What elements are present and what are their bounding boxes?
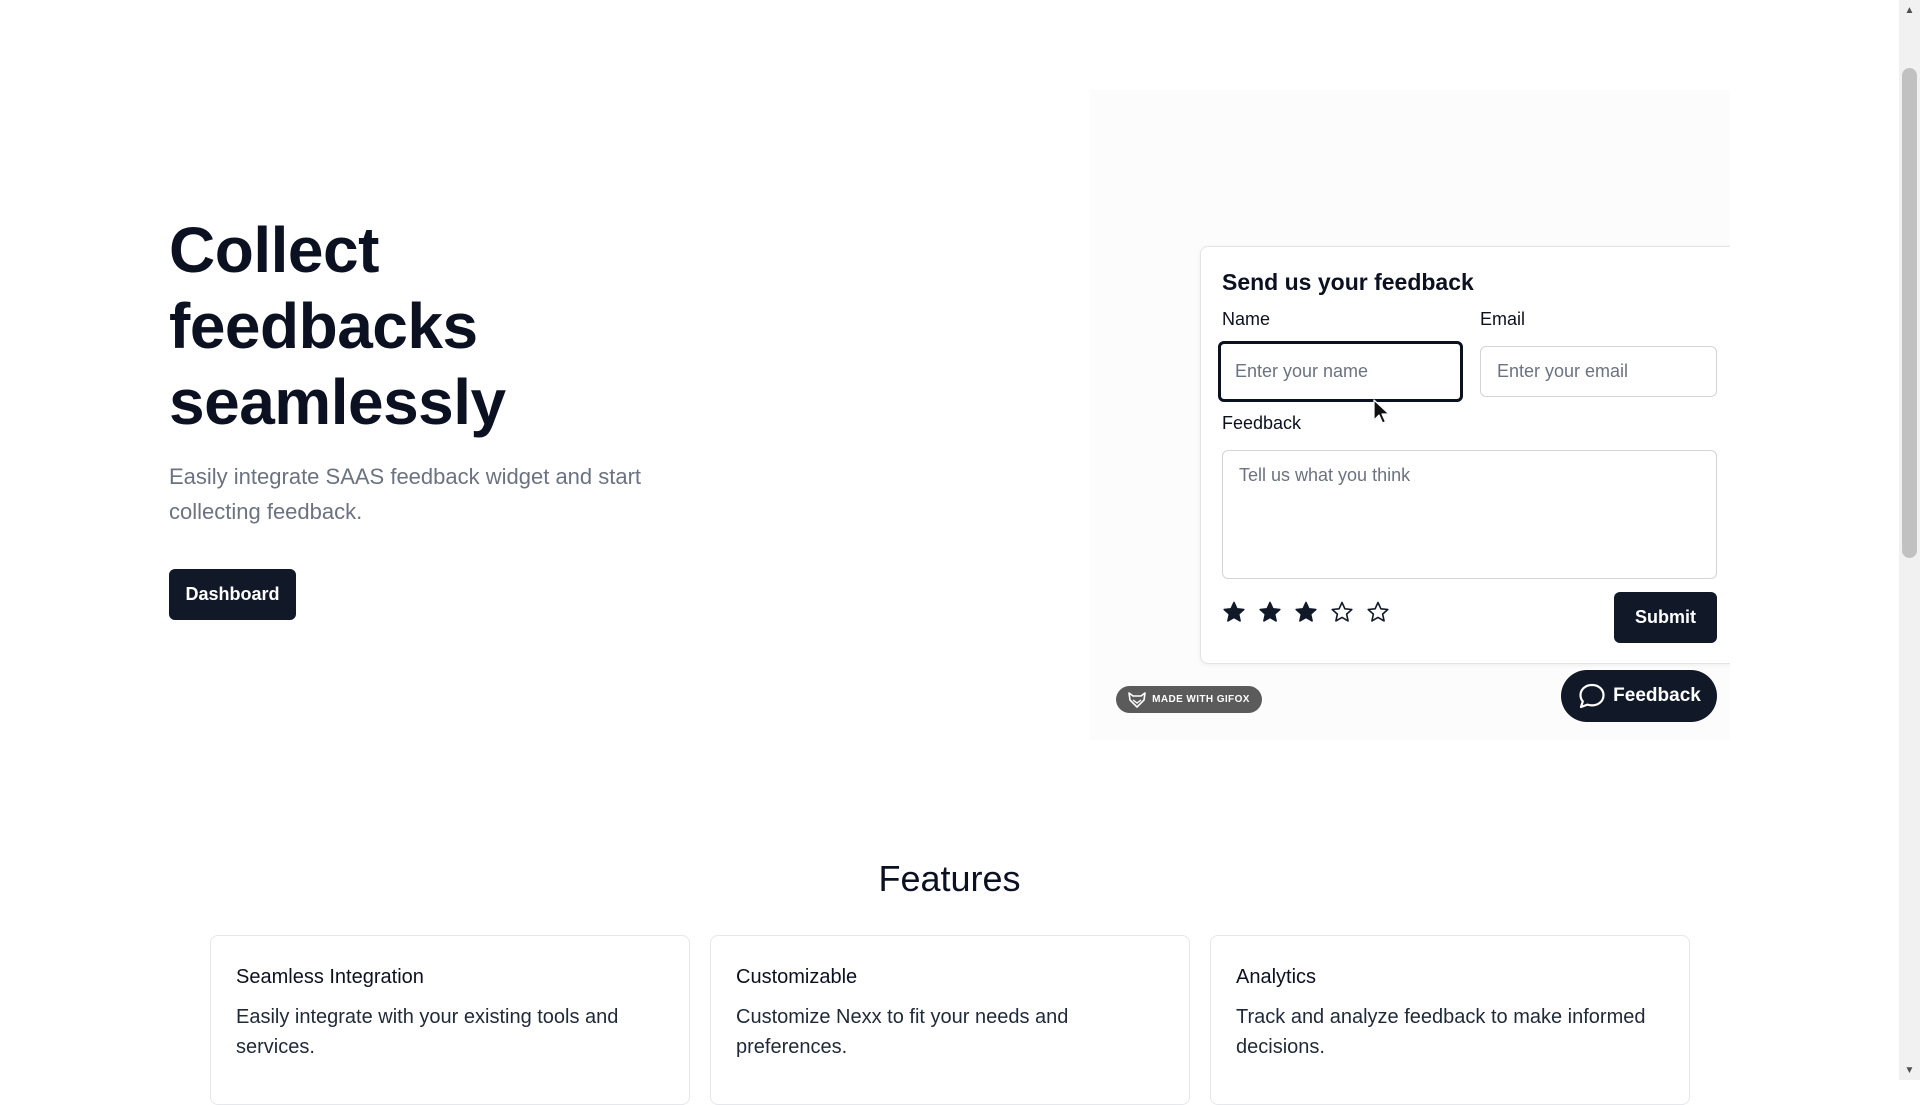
feature-card-title: Customizable — [736, 966, 858, 988]
name-input[interactable] — [1218, 341, 1463, 402]
feedback-widget: Send us your feedback Name Email Feedbac… — [1200, 246, 1730, 664]
page-scrollbar[interactable]: ▲ ▼ — [1899, 0, 1920, 1080]
star-outline-icon[interactable] — [1330, 600, 1354, 624]
made-with-badge[interactable]: MADE WITH GIFOX — [1116, 686, 1262, 713]
features-title: Features — [878, 858, 1021, 899]
email-input[interactable] — [1480, 346, 1717, 397]
feature-card-title: Analytics — [1236, 966, 1317, 988]
mouse-cursor-icon — [1373, 399, 1390, 424]
widget-title: Send us your feedback — [1222, 269, 1474, 295]
hero-title-line: seamlessly — [169, 366, 506, 438]
chat-bubble-icon — [1579, 683, 1605, 709]
star-icon[interactable] — [1222, 600, 1246, 624]
feature-card-description: Track and analyze feedback to make infor… — [1236, 1006, 1646, 1058]
fox-logo-icon — [1128, 691, 1146, 708]
submit-button[interactable]: Submit — [1614, 592, 1717, 643]
star-outline-icon[interactable] — [1366, 600, 1390, 624]
feature-card-description: Customize Nexx to fit your needs and pre… — [736, 1006, 1069, 1058]
scrollbar-thumb[interactable] — [1902, 68, 1917, 558]
scroll-up-arrow-icon[interactable]: ▲ — [1899, 0, 1920, 20]
hero-title-line: Collect — [169, 214, 379, 286]
badge-text: MADE WITH GIFOX — [1152, 694, 1250, 705]
dashboard-button[interactable]: Dashboard — [169, 569, 296, 620]
name-label: Name — [1222, 309, 1271, 329]
hero-subtitle: Easily integrate SAAS feedback widget an… — [169, 464, 642, 524]
feature-card-description: Easily integrate with your existing tool… — [236, 1006, 619, 1058]
feature-card-title: Seamless Integration — [236, 966, 424, 988]
widget-preview-area: Send us your feedback Name Email Feedbac… — [1090, 90, 1730, 740]
hero-title-line: feedbacks — [169, 290, 478, 362]
star-rating — [1222, 600, 1390, 624]
feedback-textarea[interactable] — [1222, 450, 1717, 579]
feedback-launcher-button[interactable]: Feedback — [1561, 670, 1717, 722]
feedback-label: Feedback — [1222, 413, 1302, 433]
feedback-launcher-label: Feedback — [1613, 685, 1701, 706]
hero-title: Collect feedbacks seamlessly — [169, 212, 769, 440]
scroll-down-arrow-icon[interactable]: ▼ — [1899, 1060, 1920, 1080]
star-icon[interactable] — [1294, 600, 1318, 624]
email-label: Email — [1480, 309, 1526, 329]
star-icon[interactable] — [1258, 600, 1282, 624]
